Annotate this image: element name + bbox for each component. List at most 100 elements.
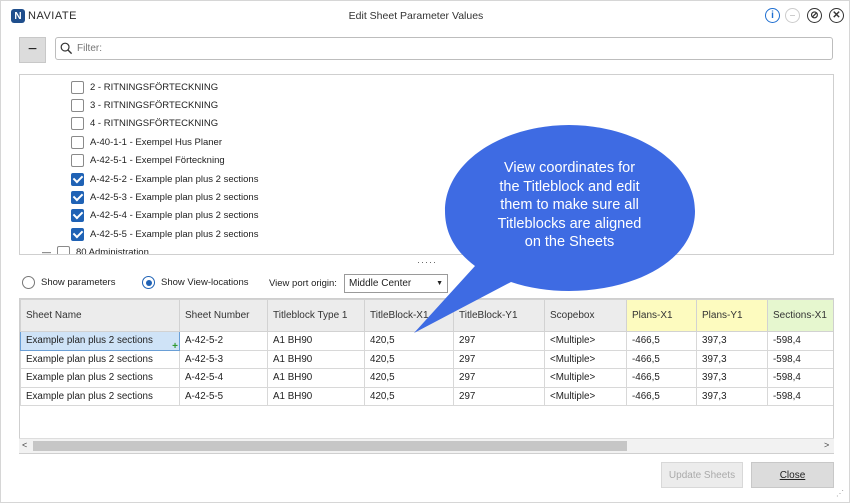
show-parameters-option[interactable]: Show parameters [22, 276, 115, 289]
tree-item-label: A-42-5-2 - Example plan plus 2 sections [90, 173, 259, 185]
tree-item[interactable]: A-40-1-1 - Exempel Hus Planer [71, 133, 222, 151]
radio-button-selected[interactable] [142, 276, 155, 289]
grid-cell[interactable]: 397,3 [696, 386, 768, 406]
grid-cell[interactable]: 420,5 [364, 331, 454, 351]
grid-cell[interactable]: 297 [453, 368, 545, 388]
column-header[interactable]: Sheet Name [20, 299, 180, 332]
info-icon[interactable]: i [765, 8, 780, 23]
grid-cell[interactable]: <Multiple> [544, 349, 627, 369]
grid-cell[interactable]: 297 [453, 331, 545, 351]
grid-cell[interactable]: Example plan plus 2 sections [20, 349, 180, 369]
grid-cell[interactable]: 420,5 [364, 386, 454, 406]
grid-cell[interactable]: -598,4 [767, 386, 833, 406]
grid-cell[interactable]: A1 BH90 [267, 331, 365, 351]
grid-cell[interactable]: -598,4 [767, 368, 833, 388]
collapse-toggle-icon[interactable]: — [42, 247, 51, 254]
tree-item[interactable]: 3 - RITNINGSFÖRTECKNING [71, 96, 218, 114]
checkbox[interactable] [71, 116, 84, 130]
view-port-origin-dropdown[interactable]: Middle Center ▼ [344, 274, 448, 293]
parameter-grid: Sheet Name Sheet Number Titleblock Type … [19, 298, 834, 454]
grid-horizontal-scrollbar[interactable]: < > [19, 438, 834, 453]
grid-cell[interactable]: A-42-5-4 [179, 368, 268, 388]
checkbox-checked[interactable] [71, 227, 84, 241]
checkbox[interactable] [71, 98, 84, 112]
minimize-icon[interactable]: – [785, 8, 800, 23]
grid-cell[interactable]: <Multiple> [544, 331, 627, 351]
column-header[interactable]: TitleBlock-Y1 [453, 299, 545, 332]
column-header[interactable]: Plans-X1 [626, 299, 697, 332]
grid-cell[interactable]: -466,5 [626, 386, 697, 406]
splitter-handle[interactable]: ····· [417, 257, 437, 267]
column-header[interactable]: Scopebox [544, 299, 627, 332]
grid-cell[interactable]: -466,5 [626, 331, 697, 351]
tree-item-label: 3 - RITNINGSFÖRTECKNING [90, 99, 219, 111]
grid-cell[interactable]: Example plan plus 2 sections [20, 368, 180, 388]
grid-cell[interactable]: -598,4 [767, 331, 833, 351]
grid-cell[interactable]: -466,5 [626, 368, 697, 388]
tree-group-item[interactable]: — 80 Administration [42, 243, 149, 254]
tree-item-label: A-42-5-1 - Exempel Förteckning [90, 154, 225, 166]
tree-item[interactable]: A-42-5-1 - Exempel Förteckning [71, 151, 225, 169]
grid-cell[interactable]: 397,3 [696, 349, 768, 369]
resize-grip-icon[interactable]: ⋰ [836, 489, 844, 498]
sheet-tree: 2 - RITNINGSFÖRTECKNING 3 - RITNINGSFÖRT… [19, 74, 834, 255]
checkbox[interactable] [71, 153, 84, 167]
close-icon[interactable]: ✕ [829, 8, 844, 23]
dialog-window: N NAVIATE Edit Sheet Parameter Values i … [0, 0, 850, 503]
grid-cell[interactable]: 397,3 [696, 368, 768, 388]
view-port-origin-label: View port origin: [269, 278, 337, 289]
grid-cell[interactable]: -598,4 [767, 349, 833, 369]
grid-cell[interactable]: 297 [453, 386, 545, 406]
tree-item[interactable]: A-42-5-4 - Example plan plus 2 sections [71, 206, 258, 224]
grid-cell[interactable]: A1 BH90 [267, 368, 365, 388]
checkbox[interactable] [71, 80, 84, 94]
window-title: Edit Sheet Parameter Values [348, 10, 484, 22]
tree-item[interactable]: 2 - RITNINGSFÖRTECKNING [71, 78, 218, 96]
show-view-locations-option[interactable]: Show View-locations [142, 276, 248, 289]
update-sheets-button[interactable]: Update Sheets [661, 462, 743, 488]
scroll-right-icon[interactable]: > [824, 440, 829, 450]
filter-input[interactable] [77, 43, 777, 54]
radio-button[interactable] [22, 276, 35, 289]
grid-cell[interactable]: 420,5 [364, 368, 454, 388]
table-row: Example plan plus 2 sections A-42-5-3 A1… [20, 349, 833, 369]
filter-box[interactable] [55, 37, 833, 60]
tree-item[interactable]: A-42-5-3 - Example plan plus 2 sections [71, 188, 258, 206]
checkbox-checked[interactable] [71, 190, 84, 204]
tree-item[interactable]: 4 - RITNINGSFÖRTECKNING [71, 114, 218, 132]
checkbox[interactable] [71, 135, 84, 149]
pin-icon[interactable]: ⊘ [807, 8, 822, 23]
column-header[interactable]: Plans-Y1 [696, 299, 768, 332]
tree-item[interactable]: A-42-5-5 - Example plan plus 2 sections [71, 225, 258, 243]
grid-cell[interactable]: <Multiple> [544, 386, 627, 406]
column-header[interactable]: Titleblock Type 1 [267, 299, 365, 332]
checkbox-checked[interactable] [71, 208, 84, 222]
grid-header-row: Sheet Name Sheet Number Titleblock Type … [20, 299, 833, 332]
grid-cell[interactable]: Example plan plus 2 sections [20, 331, 180, 351]
grid-cell[interactable]: <Multiple> [544, 368, 627, 388]
tree-item-label: 4 - RITNINGSFÖRTECKNING [90, 117, 219, 129]
grid-cell[interactable]: 397,3 [696, 331, 768, 351]
checkbox-checked[interactable] [71, 172, 84, 186]
column-header[interactable]: Sections-X1 [767, 299, 833, 332]
tree-item-label: A-40-1-1 - Exempel Hus Planer [90, 136, 222, 148]
scrollbar-thumb[interactable] [33, 441, 627, 451]
tree-item[interactable]: A-42-5-2 - Example plan plus 2 sections [71, 170, 258, 188]
dropdown-arrow-icon: ▼ [436, 280, 443, 287]
tree-item-label: A-42-5-3 - Example plan plus 2 sections [90, 191, 259, 203]
grid-cell[interactable]: 297 [453, 349, 545, 369]
checkbox[interactable] [57, 245, 70, 254]
column-header[interactable]: TitleBlock-X1 [364, 299, 454, 332]
column-header[interactable]: Sheet Number [179, 299, 268, 332]
collapse-all-button[interactable]: − [19, 37, 46, 63]
scroll-left-icon[interactable]: < [22, 440, 27, 450]
grid-cell[interactable]: 420,5 [364, 349, 454, 369]
grid-cell[interactable]: A-42-5-5 [179, 386, 268, 406]
grid-cell[interactable]: A1 BH90 [267, 349, 365, 369]
grid-cell[interactable]: Example plan plus 2 sections [20, 386, 180, 406]
grid-cell[interactable]: A-42-5-2 [179, 331, 268, 351]
close-button[interactable]: Close [751, 462, 834, 488]
grid-cell[interactable]: -466,5 [626, 349, 697, 369]
grid-cell[interactable]: A1 BH90 [267, 386, 365, 406]
grid-cell[interactable]: A-42-5-3 [179, 349, 268, 369]
